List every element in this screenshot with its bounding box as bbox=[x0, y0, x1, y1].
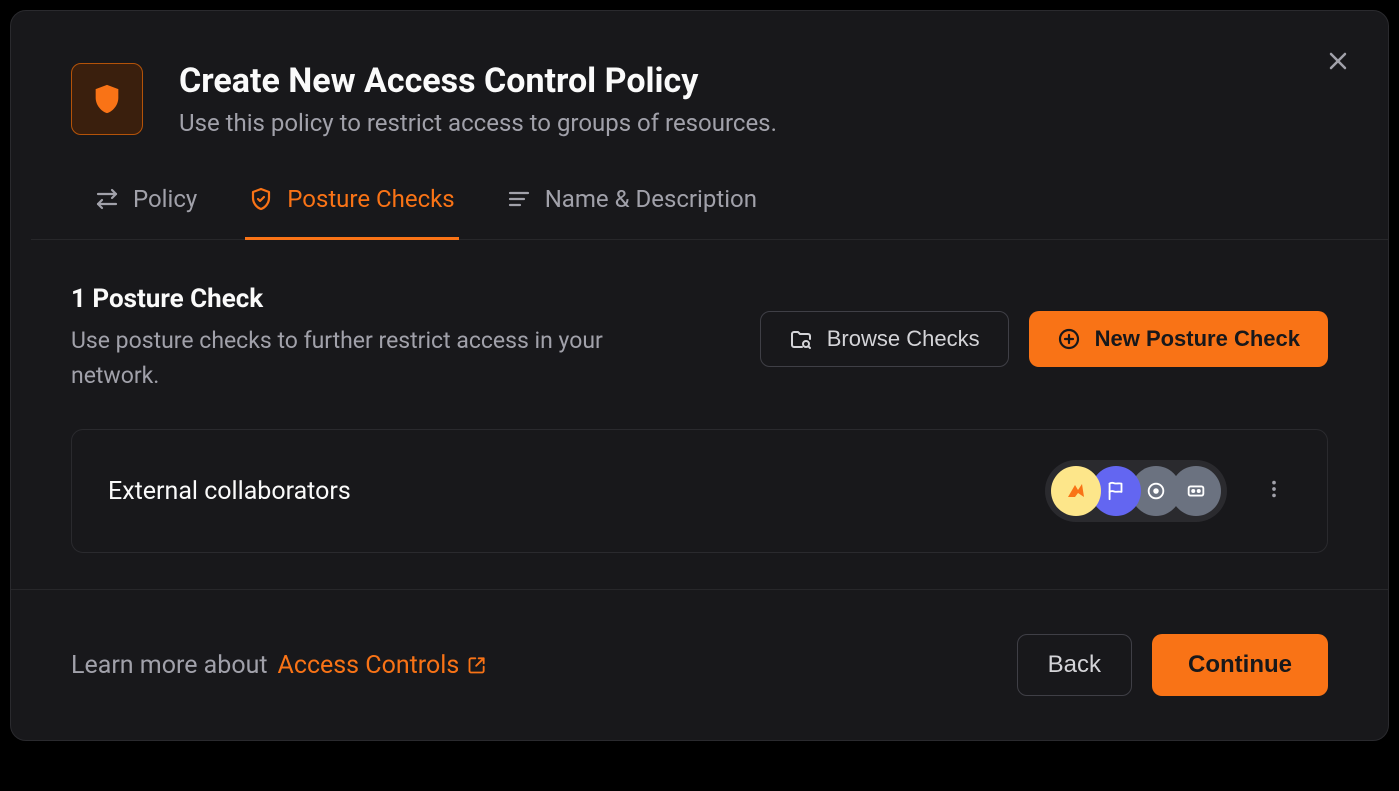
back-label: Back bbox=[1048, 651, 1101, 678]
row-more-button[interactable] bbox=[1257, 472, 1291, 510]
create-policy-dialog: Create New Access Control Policy Use thi… bbox=[10, 10, 1389, 741]
posture-check-row[interactable]: External collaborators bbox=[71, 429, 1328, 553]
learn-more-text: Learn more about bbox=[71, 651, 268, 680]
section-title: 1 Posture Check bbox=[71, 284, 691, 314]
tab-policy[interactable]: Policy bbox=[91, 173, 201, 240]
check-indicators-group bbox=[1045, 460, 1227, 522]
netbird-indicator-icon bbox=[1051, 466, 1101, 516]
tab-posture-label: Posture Checks bbox=[287, 185, 454, 213]
lines-icon bbox=[507, 187, 531, 211]
tab-posture-checks[interactable]: Posture Checks bbox=[245, 173, 458, 240]
policy-shield-icon-box bbox=[71, 63, 143, 135]
section-description: Use posture checks to further restrict a… bbox=[71, 324, 691, 393]
tab-name-description[interactable]: Name & Description bbox=[503, 173, 761, 240]
tab-policy-label: Policy bbox=[133, 185, 197, 213]
arrows-icon bbox=[95, 187, 119, 211]
plus-circle-icon bbox=[1057, 327, 1081, 351]
external-link-icon bbox=[467, 655, 487, 675]
shield-icon bbox=[90, 82, 124, 116]
new-posture-label: New Posture Check bbox=[1095, 326, 1300, 352]
continue-label: Continue bbox=[1188, 651, 1292, 678]
close-button[interactable] bbox=[1320, 43, 1356, 79]
access-controls-link-label: Access Controls bbox=[278, 651, 460, 680]
browse-checks-label: Browse Checks bbox=[827, 326, 980, 352]
shield-check-icon bbox=[249, 187, 273, 211]
close-icon bbox=[1326, 49, 1350, 73]
continue-button[interactable]: Continue bbox=[1152, 634, 1328, 696]
folder-search-icon bbox=[789, 327, 813, 351]
tabs: Policy Posture Checks Name & Description bbox=[31, 173, 1388, 240]
new-posture-check-button[interactable]: New Posture Check bbox=[1029, 311, 1328, 367]
posture-check-name: External collaborators bbox=[108, 477, 351, 506]
dialog-title: Create New Access Control Policy bbox=[179, 61, 777, 101]
back-button[interactable]: Back bbox=[1017, 634, 1132, 696]
access-controls-link[interactable]: Access Controls bbox=[278, 651, 488, 680]
more-vertical-icon bbox=[1263, 478, 1285, 500]
dialog-subtitle: Use this policy to restrict access to gr… bbox=[179, 109, 777, 137]
browse-checks-button[interactable]: Browse Checks bbox=[760, 311, 1009, 367]
tab-name-label: Name & Description bbox=[545, 185, 757, 213]
